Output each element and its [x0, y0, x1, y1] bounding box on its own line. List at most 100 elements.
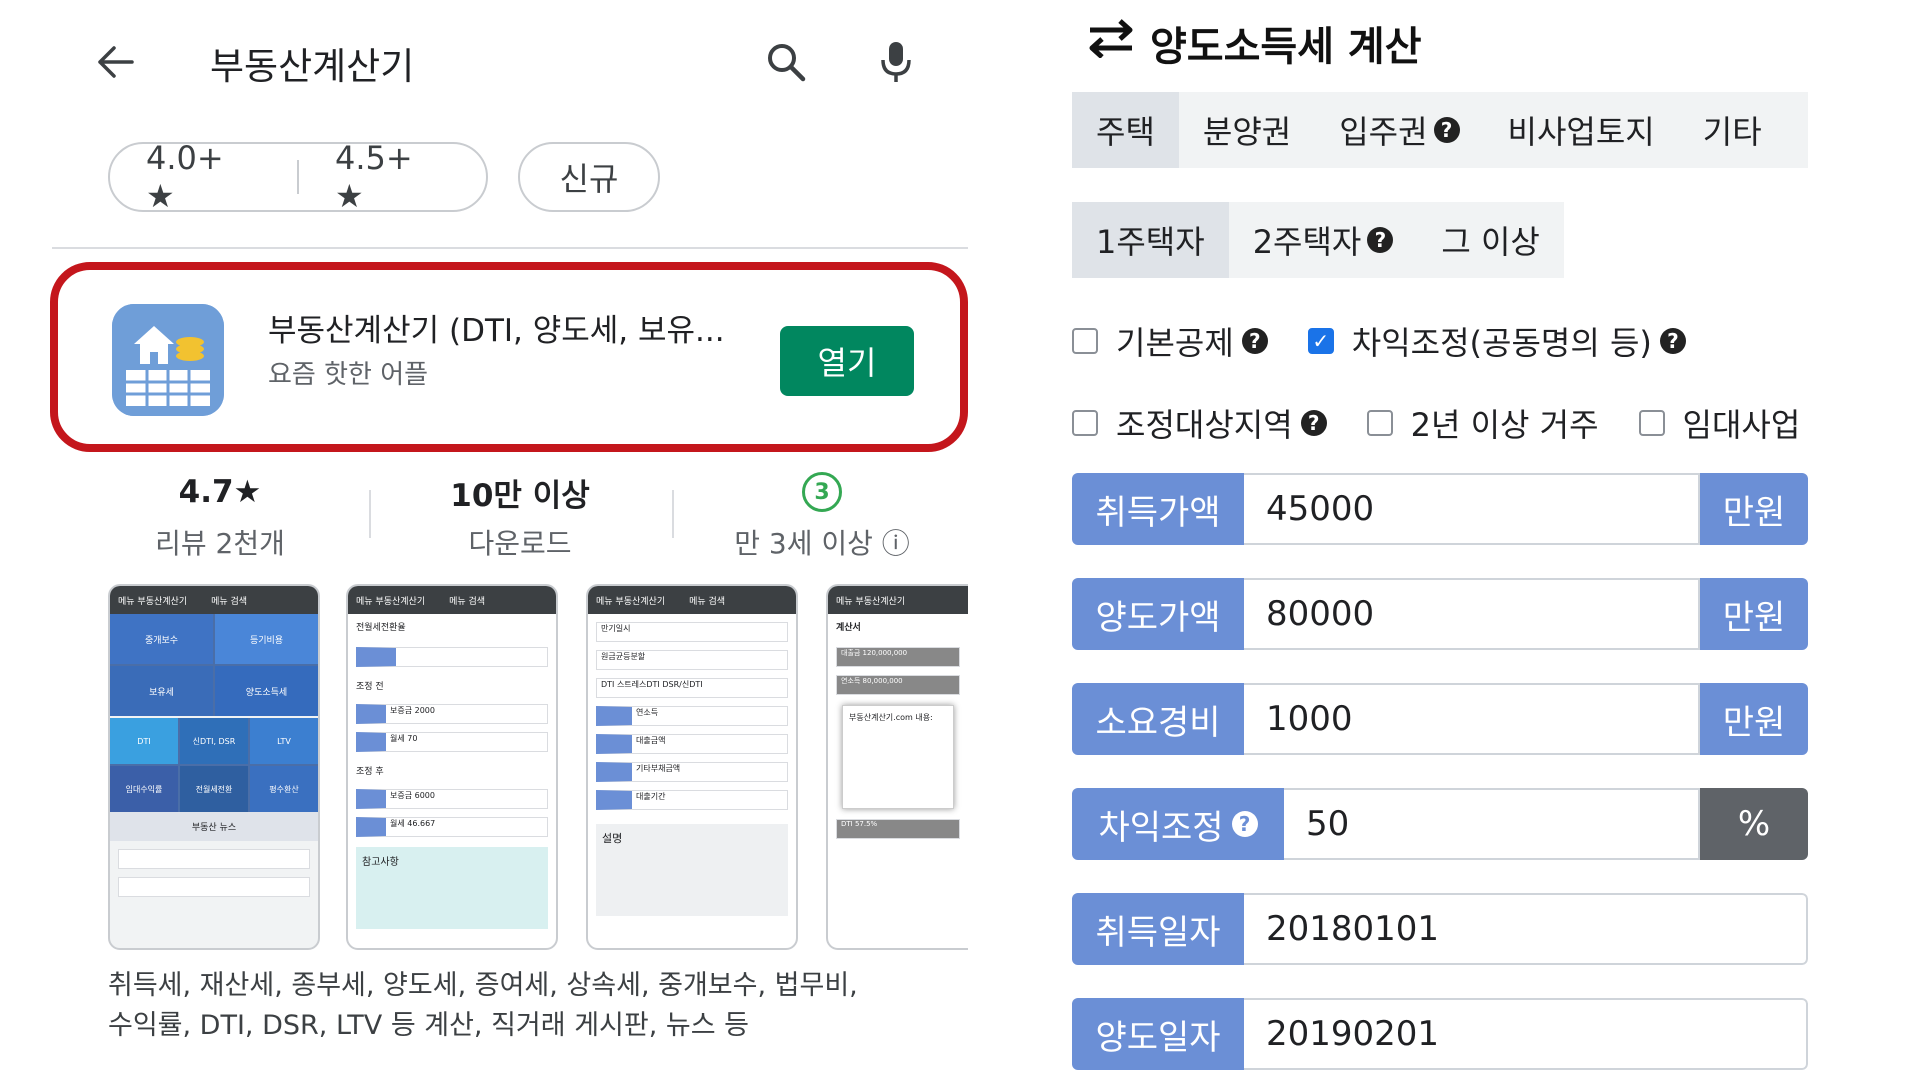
tab-non-business-land[interactable]: 비사업토지: [1484, 92, 1679, 168]
acquisition-price-field: 취득가액 45000 만원: [1072, 473, 1808, 545]
play-store-panel: 부동산계산기 4.0+ ★ 4.5+ ★ 신규 부동산계산기 (DTI, 양도세…: [0, 0, 1000, 1080]
sale-price-field: 양도가액 80000 만원: [1072, 578, 1808, 650]
back-arrow-icon[interactable]: [88, 34, 144, 90]
acquisition-date-input[interactable]: 20180101: [1244, 893, 1808, 965]
shot-row: 원금균등분할: [596, 650, 788, 670]
search-icon[interactable]: [758, 34, 814, 90]
help-icon[interactable]: ?: [1367, 227, 1394, 253]
tab-label: 1주택자: [1096, 223, 1205, 261]
rental-business-checkbox[interactable]: [1638, 410, 1665, 436]
tab-other[interactable]: 기타: [1679, 92, 1786, 168]
unit-label: 만원: [1700, 473, 1808, 545]
two-year-residence-label: 2년 이상 거주: [1410, 406, 1599, 444]
filter-new-label: 신규: [559, 160, 619, 198]
microphone-icon[interactable]: [868, 34, 924, 90]
download-label: 다운로드: [468, 527, 572, 560]
app-icon[interactable]: [112, 304, 224, 416]
app-description: 취득세, 재산세, 종부세, 양도세, 증여세, 상속세, 중개보수, 법무비,…: [108, 966, 858, 1046]
shot-row: 대출금액: [596, 734, 788, 754]
tab-two-houses[interactable]: 2주택자?: [1229, 202, 1418, 278]
gain-adjust-checkbox[interactable]: ✓: [1307, 328, 1334, 354]
age-rating-icon: 3: [802, 472, 842, 512]
shot-footer: 설명: [596, 824, 788, 916]
tab-house[interactable]: 주택: [1072, 92, 1179, 168]
shot-row: 조정 전: [356, 682, 384, 692]
gain-adjust-label: 차익조정(공동명의 등): [1351, 324, 1652, 362]
review-count: 리뷰 2천개: [155, 527, 285, 560]
tile: 등기비용: [215, 614, 318, 664]
field-label: 양도일자: [1072, 998, 1244, 1070]
new-filter-chip[interactable]: 신규: [518, 142, 660, 212]
calc-title: 양도소득세 계산: [1150, 24, 1422, 70]
screenshot-3[interactable]: 메뉴 부동산계산기 메뉴 검색 만기일시 원금균등분할 DTI 스트레스DTI D…: [586, 584, 798, 950]
shot-row: 대출금 120,000,000: [836, 647, 960, 667]
description-line: 수익률, DTI, DSR, LTV 등 계산, 직거래 게시판, 뉴스 등: [108, 1010, 749, 1041]
sale-date-field: 양도일자 20190201: [1072, 998, 1808, 1070]
shot-footer: 부동산 뉴스: [110, 812, 318, 841]
divider: [52, 247, 968, 249]
field-label: 양도가액: [1072, 578, 1244, 650]
basic-deduction-label: 기본공제: [1116, 324, 1234, 362]
tab-more-houses[interactable]: 그 이상: [1417, 202, 1564, 278]
gain-adjust-input[interactable]: 50: [1284, 788, 1700, 860]
help-icon[interactable]: ?: [1433, 117, 1460, 143]
screenshot-4[interactable]: 메뉴 부동산계산기 계산서 대출금 120,000,000 연소득 80,000…: [826, 584, 968, 950]
shot-bar-search: 메뉴 검색: [211, 596, 248, 607]
shot-row: 대출기간: [596, 790, 788, 810]
tab-occupancy-right[interactable]: 입주권?: [1315, 92, 1483, 168]
unit-label: 만원: [1700, 578, 1808, 650]
download-value: 10만 이상: [450, 477, 590, 514]
shot-row: 만기일시: [596, 622, 788, 642]
tile: 중개보수: [110, 614, 213, 664]
sale-date-input[interactable]: 20190201: [1244, 998, 1808, 1070]
tab-label: 2주택자: [1252, 223, 1362, 261]
tile: 보유세: [110, 666, 213, 716]
help-icon[interactable]: ?: [1241, 328, 1268, 354]
open-button[interactable]: 열기: [780, 326, 914, 396]
tile: 평수환산: [250, 766, 318, 812]
acquisition-price-input[interactable]: 45000: [1244, 473, 1700, 545]
screenshot-1[interactable]: 메뉴 부동산계산기 메뉴 검색 중개보수 등기비용 보유세 양도소득세 DTI 신…: [108, 584, 320, 950]
options-row-1: 기본공제 ? ✓ 차익조정(공동명의 등) ?: [1072, 318, 1686, 364]
screenshot-2[interactable]: 메뉴 부동산계산기 메뉴 검색 전월세전환율 조정 전 보증금 2000 월세 7…: [346, 584, 558, 950]
app-subtitle: 요즘 핫한 어플: [268, 360, 429, 390]
tile: 전월세전환: [180, 766, 248, 812]
swap-arrows-icon: [1086, 18, 1136, 68]
tab-presale-right[interactable]: 분양권: [1179, 92, 1315, 168]
help-icon[interactable]: ?: [1300, 410, 1327, 436]
two-year-residence-checkbox[interactable]: [1366, 410, 1393, 436]
stat-separator: [369, 490, 371, 538]
field-label: 차익조정: [1098, 807, 1224, 848]
tile: 양도소득세: [215, 666, 318, 716]
help-icon[interactable]: ?: [1659, 328, 1686, 354]
shot-bar-search: 메뉴 검색: [449, 596, 486, 607]
age-label: 만 3세 이상 ⓘ: [734, 527, 910, 560]
rating-value: 4.7★: [178, 474, 262, 510]
help-icon[interactable]: ?: [1231, 811, 1258, 837]
age-stat[interactable]: 3 만 3세 이상 ⓘ: [702, 470, 942, 562]
acquisition-date-field: 취득일자 20180101: [1072, 893, 1808, 965]
field-label-wrap: 차익조정 ?: [1072, 788, 1284, 860]
rating-stat: 4.7★ 리뷰 2천개: [100, 470, 340, 562]
field-label: 취득일자: [1072, 893, 1244, 965]
sale-price-input[interactable]: 80000: [1244, 578, 1700, 650]
shot-row: 계산서: [836, 623, 861, 633]
shot-popup: 부동산계산기.com 내용:: [842, 705, 954, 809]
shot-row: DTI 57.5%: [836, 819, 960, 839]
app-title[interactable]: 부동산계산기 (DTI, 양도세, 보유...: [268, 305, 725, 350]
house-count-tabs: 1주택자 2주택자? 그 이상: [1072, 202, 1564, 278]
unit-label: %: [1700, 788, 1808, 860]
rating-filter-chip[interactable]: 4.0+ ★ 4.5+ ★: [108, 139, 488, 215]
shot-row: 기타부채금액: [596, 762, 788, 782]
search-query[interactable]: 부동산계산기: [210, 36, 414, 90]
filter-4-5[interactable]: 4.5+ ★: [299, 139, 486, 215]
expenses-input[interactable]: 1000: [1244, 683, 1700, 755]
tab-one-house[interactable]: 1주택자: [1072, 202, 1229, 278]
tile: DTI: [110, 718, 178, 764]
shot-bar-title: 메뉴 부동산계산기: [836, 596, 906, 607]
regulated-area-checkbox[interactable]: [1072, 410, 1098, 436]
filter-4-0[interactable]: 4.0+ ★: [110, 139, 297, 215]
shot-row: 연소득 80,000,000: [836, 675, 960, 695]
shot-row: 월세 46.667: [356, 817, 548, 837]
basic-deduction-checkbox[interactable]: [1072, 328, 1098, 354]
